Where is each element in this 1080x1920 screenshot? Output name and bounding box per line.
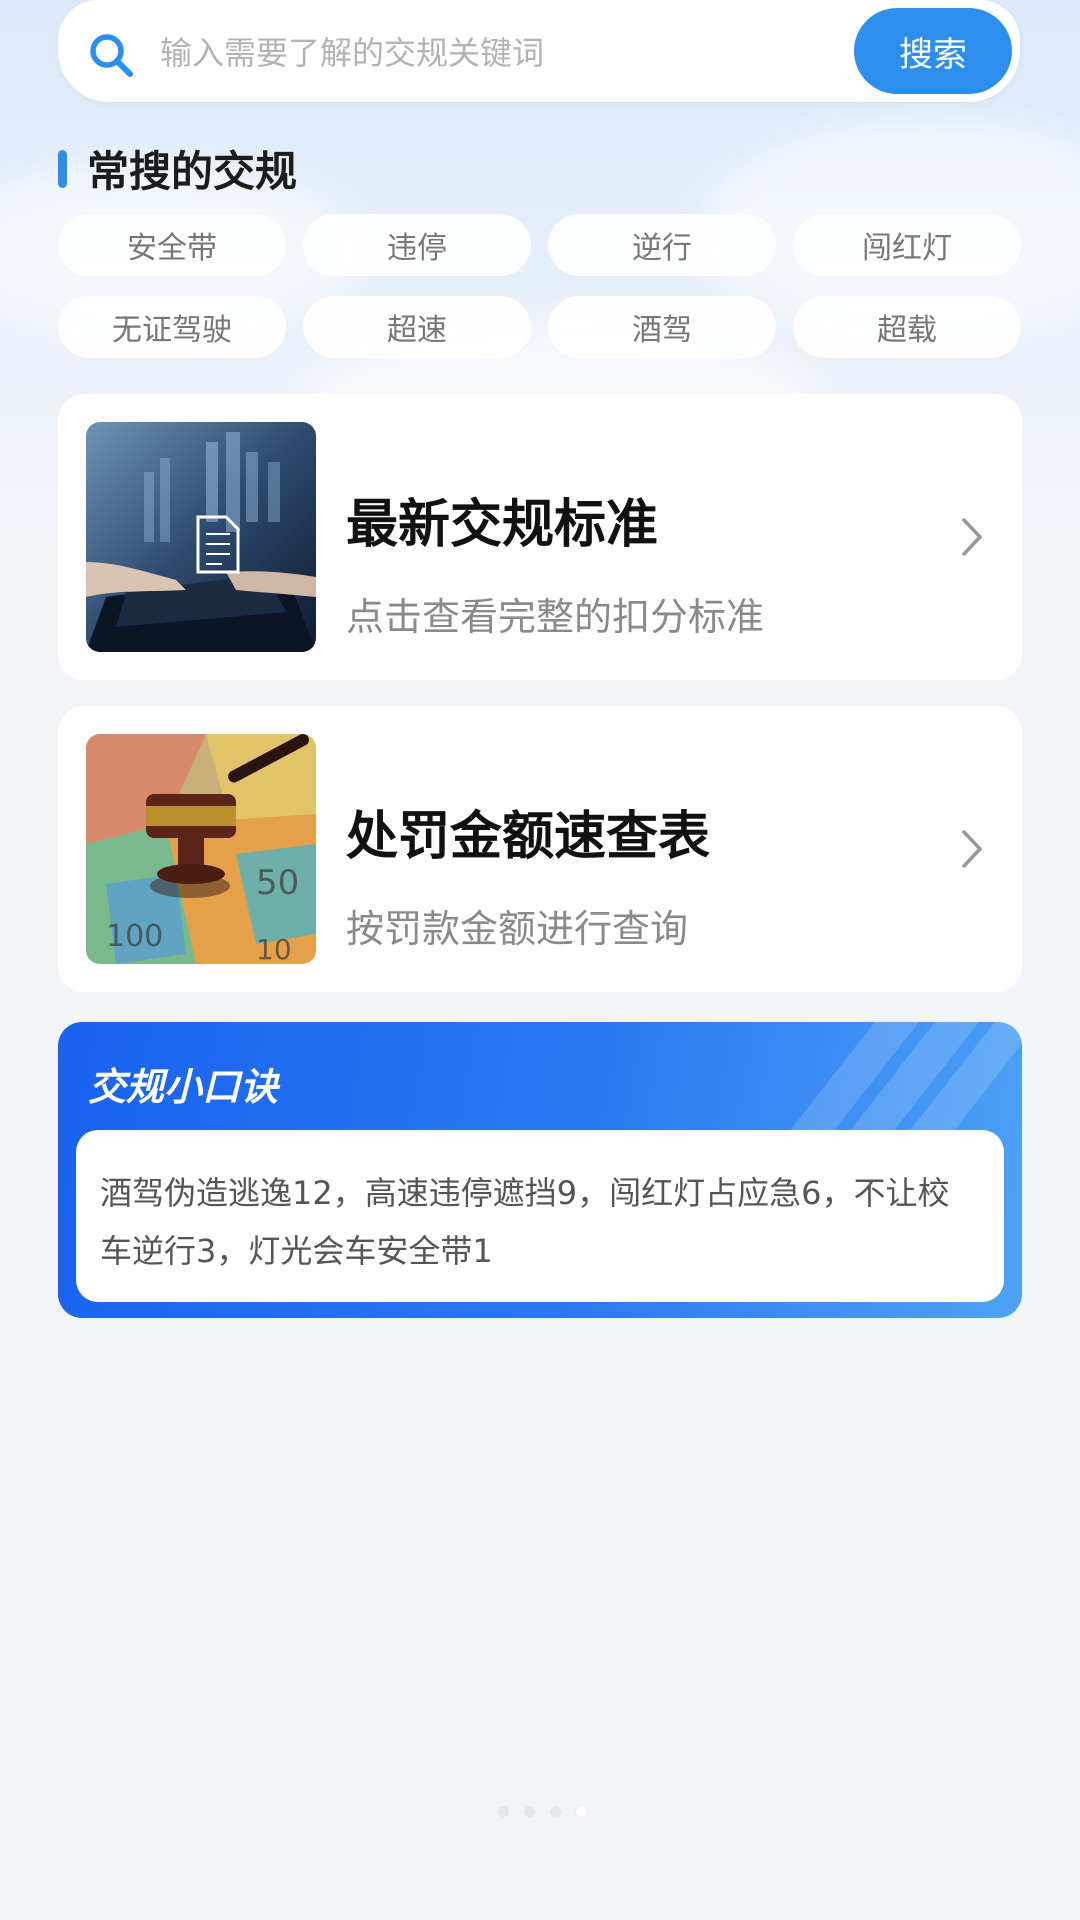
card-fine-lookup[interactable]: 100 50 10 处罚金额速查表 按罚款金额进行查询 <box>58 706 1022 992</box>
tag-wrong-way[interactable]: 逆行 <box>548 214 776 276</box>
page-dot <box>550 1806 561 1817</box>
tips-text: 酒驾伪造逃逸12，高速违停遮挡9，闯红灯占应急6，不让校车逆行3，灯光会车安全带… <box>100 1174 950 1270</box>
tag-overload[interactable]: 超载 <box>793 296 1021 358</box>
page-dot-active <box>576 1806 587 1817</box>
card-title: 处罚金额速查表 <box>346 807 711 867</box>
popular-section-header: 常搜的交规 <box>58 138 297 199</box>
card-latest-rules[interactable]: 最新交规标准 点击查看完整的扣分标准 <box>58 394 1022 680</box>
search-icon[interactable] <box>86 30 136 80</box>
page-dot <box>498 1806 509 1817</box>
section-title: 常搜的交规 <box>87 147 298 196</box>
search-bar: 搜索 <box>58 0 1020 102</box>
tag-red-light[interactable]: 闯红灯 <box>793 214 1021 276</box>
card-subtitle: 点击查看完整的扣分标准 <box>346 595 765 639</box>
tag-speeding[interactable]: 超速 <box>303 296 531 358</box>
tag-unlicensed-driving[interactable]: 无证驾驶 <box>58 296 286 358</box>
search-button[interactable]: 搜索 <box>854 8 1012 94</box>
tips-title: 交规小口诀 <box>88 1065 279 1109</box>
popular-tags: 安全带 违停 逆行 闯红灯 无证驾驶 超速 酒驾 超载 <box>58 214 1022 358</box>
page-indicator <box>498 1806 602 1817</box>
tag-drunk-driving[interactable]: 酒驾 <box>548 296 776 358</box>
tag-seatbelt[interactable]: 安全带 <box>58 214 286 276</box>
card-title: 最新交规标准 <box>346 495 659 555</box>
card-subtitle: 按罚款金额进行查询 <box>346 907 689 951</box>
chevron-right-icon <box>962 830 982 868</box>
section-accent-bar <box>58 149 67 188</box>
gavel-on-banknotes-image: 100 50 10 <box>86 734 316 964</box>
document-on-laptop-image <box>86 422 316 652</box>
svg-text:100: 100 <box>106 919 163 954</box>
tips-content-box: 酒驾伪造逃逸12，高速违停遮挡9，闯红灯占应急6，不让校车逆行3，灯光会车安全带… <box>76 1130 1004 1302</box>
svg-text:10: 10 <box>256 933 292 964</box>
svg-text:50: 50 <box>256 863 299 903</box>
tag-illegal-parking[interactable]: 违停 <box>303 214 531 276</box>
search-input[interactable] <box>158 22 722 84</box>
tips-banner: 交规小口诀 酒驾伪造逃逸12，高速违停遮挡9，闯红灯占应急6，不让校车逆行3，灯… <box>58 1022 1022 1318</box>
page-dot <box>524 1806 535 1817</box>
chevron-right-icon <box>962 518 982 556</box>
